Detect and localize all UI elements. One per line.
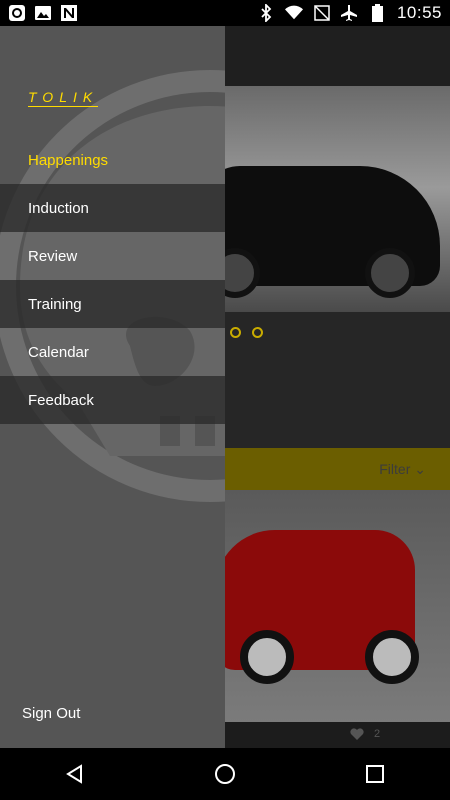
status-time: 10:55 [396,3,442,22]
brand-logo[interactable]: TOLIK [28,89,99,107]
home-icon [215,764,235,784]
menu-item-label: Training [28,295,82,313]
carousel-dot[interactable] [230,327,241,338]
menu-item-calendar[interactable]: Calendar [0,328,225,376]
filter-button[interactable]: Filter ⌄ [379,461,426,478]
menu-item-review[interactable]: Review [0,232,225,280]
drawer-menu: Happenings Induction Review Training Cal… [0,136,225,424]
menu-item-label: Induction [28,199,89,217]
wifi-icon [284,4,303,22]
black-car-image [200,166,440,298]
no-signal-icon [313,4,331,22]
recents-icon [366,765,384,783]
home-button[interactable] [195,748,255,800]
filter-label: Filter [379,461,411,477]
heart-icon[interactable] [350,727,364,741]
sign-out-button[interactable]: Sign Out [22,705,80,722]
back-button[interactable] [45,748,105,800]
image-icon [34,4,52,22]
menu-item-happenings[interactable]: Happenings [0,136,225,184]
bluetooth-icon [257,4,275,22]
recents-button[interactable] [345,748,405,800]
menu-item-label: Review [28,247,78,265]
airplane-icon [340,4,359,22]
menu-item-training[interactable]: Training [0,280,225,328]
status-right: 10:55 [257,3,442,23]
menu-item-label: Calendar [28,343,89,361]
carousel-dot[interactable] [252,327,263,338]
red-car-image [215,530,419,684]
battery-icon [369,4,387,22]
status-bar: 10:55 [0,0,450,26]
menu-item-feedback[interactable]: Feedback [0,376,225,424]
menu-item-induction[interactable]: Induction [0,184,225,232]
status-left [8,4,78,22]
navigation-drawer: TOLIK Happenings Induction Review Traini… [0,26,225,748]
circle-notification-icon [8,4,26,22]
like-count: 2 [374,728,381,740]
menu-item-label: Feedback [28,391,94,409]
system-nav-bar [0,748,450,800]
n-logo-icon [60,4,78,22]
back-icon [66,764,82,784]
menu-item-label: Happenings [28,151,109,169]
